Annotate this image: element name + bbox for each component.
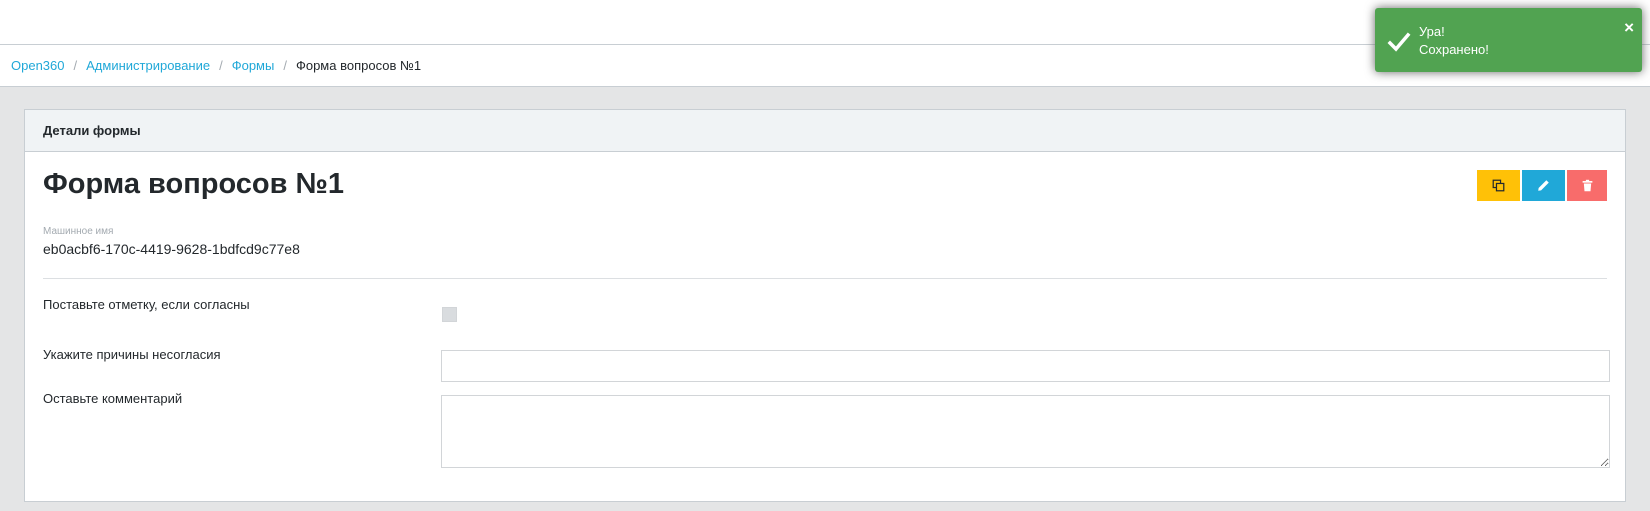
toast-message: Сохранено! (1419, 42, 1489, 57)
breadcrumb-home-link[interactable]: Open360 (11, 58, 65, 73)
trash-icon (1582, 179, 1592, 192)
breadcrumb-separator: / (283, 58, 287, 73)
copy-icon (1492, 179, 1505, 192)
toast-close-button[interactable]: × (1624, 19, 1634, 36)
copy-button[interactable] (1477, 170, 1520, 201)
edit-button[interactable] (1522, 170, 1565, 201)
form-details-card: Детали формы Форма вопросов №1 Машинное … (24, 109, 1626, 502)
toast-title: Ура! (1419, 24, 1445, 39)
card-body: Форма вопросов №1 Машинное имя eb0acbf6-… (25, 152, 1625, 501)
success-toast: Ура! Сохранено! × (1375, 8, 1642, 72)
agree-checkbox[interactable] (442, 307, 457, 322)
machine-name-label: Машинное имя (43, 226, 114, 237)
comment-label: Оставьте комментарий (43, 391, 183, 406)
delete-button[interactable] (1567, 170, 1607, 201)
breadcrumb-separator: / (219, 58, 223, 73)
pencil-icon (1538, 180, 1549, 191)
reason-input[interactable] (441, 350, 1610, 382)
action-buttons (1477, 170, 1607, 201)
reason-label: Укажите причины несогласия (43, 347, 221, 362)
checkmark-icon (1387, 32, 1411, 52)
agree-label: Поставьте отметку, если согласны (43, 297, 250, 312)
machine-name-value: eb0acbf6-170c-4419-9628-1bdfcd9c77e8 (43, 241, 300, 257)
breadcrumb-admin-link[interactable]: Администрирование (86, 58, 210, 73)
breadcrumb-forms-link[interactable]: Формы (232, 58, 275, 73)
page-title: Форма вопросов №1 (43, 168, 344, 200)
card-header: Детали формы (25, 110, 1625, 152)
breadcrumb-current: Форма вопросов №1 (295, 58, 422, 73)
breadcrumb-separator: / (73, 58, 78, 73)
comment-textarea[interactable] (441, 395, 1610, 468)
divider (43, 278, 1607, 279)
